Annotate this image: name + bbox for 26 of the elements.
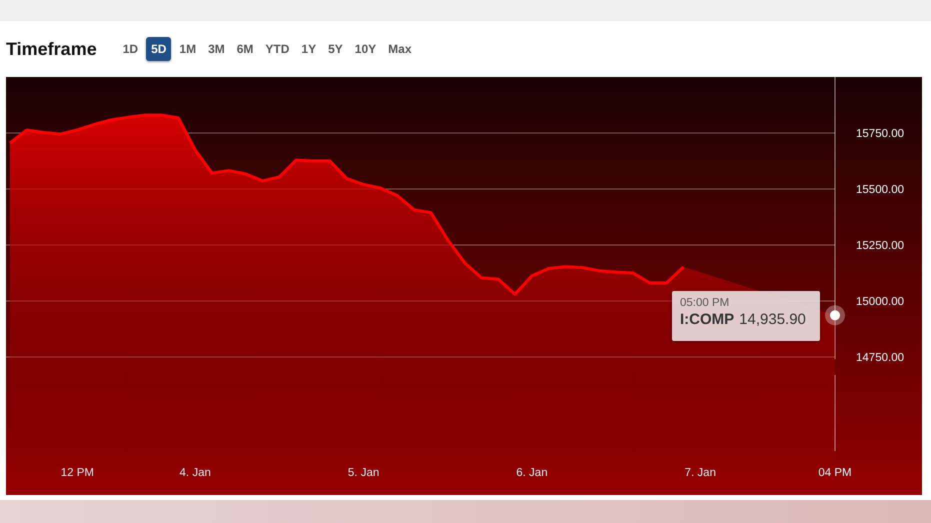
y-axis-label: 15000.00 [856, 296, 904, 308]
timeframe-button[interactable]: 6M [232, 37, 258, 61]
timeframe-button[interactable]: 1M [175, 37, 200, 61]
tooltip-time: 05:00 PM [680, 297, 730, 309]
x-axis-label: 5. Jan [348, 467, 380, 479]
section-title: Timeframe [6, 38, 97, 60]
hover-point [825, 305, 845, 326]
y-axis-label: 15500.00 [856, 184, 904, 196]
tooltip-symbol: I:COMP [680, 311, 734, 328]
timeframe-button[interactable]: YTD [261, 37, 294, 61]
y-axis-label: 15750.00 [856, 128, 904, 140]
timeframe-button[interactable]: 1Y [297, 37, 320, 61]
tooltip-value: 14,935.90 [739, 311, 806, 328]
x-axis-label: 7. Jan [684, 467, 716, 479]
x-axis-label: 04 PM [818, 467, 852, 479]
y-axis-label: 15250.00 [856, 240, 904, 252]
timeframe-button[interactable]: 1D [118, 37, 142, 61]
x-axis-label: 6. Jan [516, 467, 548, 479]
y-axis-label: 14750.00 [856, 352, 904, 364]
timeframe-button[interactable]: 3M [204, 37, 229, 61]
x-axis-label: 4. Jan [180, 467, 211, 479]
timeframe-button[interactable]: 5D [146, 37, 172, 61]
timeframe-button[interactable]: Max [384, 37, 416, 61]
timeframe-button[interactable]: 5Y [324, 37, 347, 61]
x-axis-label: 12 PM [60, 467, 94, 479]
timeframe-button[interactable]: 10Y [350, 37, 380, 61]
